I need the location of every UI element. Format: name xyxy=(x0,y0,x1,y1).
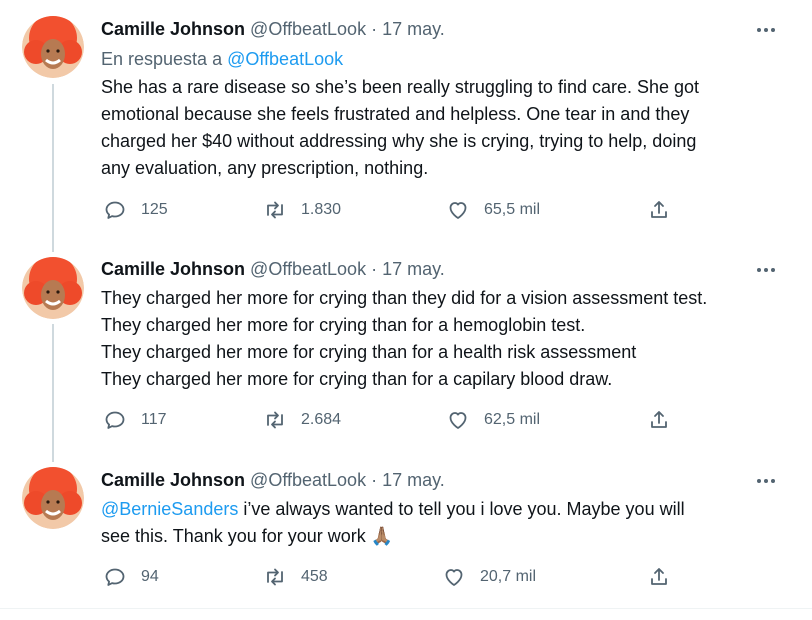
praying-hands-emoji: 🙏🏽 xyxy=(370,526,394,546)
tweet-header: Camille Johnson @OffbeatLook · 17 may. xyxy=(101,469,445,491)
mention-link[interactable]: @BernieSanders xyxy=(101,499,238,519)
reply-handle-link[interactable]: @OffbeatLook xyxy=(227,49,343,69)
reply-icon xyxy=(105,201,125,219)
share-button[interactable] xyxy=(647,408,685,432)
tweet-header: Camille Johnson @OffbeatLook · 17 may. xyxy=(101,258,445,280)
retweet-count: 2.684 xyxy=(301,411,342,428)
retweet-count: 1.830 xyxy=(301,201,342,218)
tweet-line: They charged her more for crying than fo… xyxy=(101,342,637,362)
retweet-icon xyxy=(267,568,283,586)
more-icon[interactable] xyxy=(752,23,780,37)
author-handle[interactable]: @OffbeatLook xyxy=(250,470,366,490)
author-handle[interactable]: @OffbeatLook xyxy=(250,19,366,39)
like-count: 20,7 mil xyxy=(480,568,537,585)
separator: · xyxy=(371,259,378,279)
reply-prefix: En respuesta a xyxy=(101,49,223,69)
tweet-text: She has a rare disease so she’s been rea… xyxy=(101,74,791,182)
share-icon xyxy=(651,411,667,428)
like-count: 65,5 mil xyxy=(484,201,541,218)
retweet-icon xyxy=(267,411,283,429)
more-icon[interactable] xyxy=(752,474,780,488)
tweet-date[interactable]: 17 may. xyxy=(382,470,445,490)
reply-count: 117 xyxy=(141,411,167,428)
avatar[interactable] xyxy=(22,467,84,529)
tweet-date[interactable]: 17 may. xyxy=(382,19,445,39)
tweet-line: They charged her more for crying than fo… xyxy=(101,369,613,389)
like-button[interactable]: 20,7 mil xyxy=(442,565,536,589)
avatar[interactable] xyxy=(22,257,84,319)
tweet-line: They charged her more for crying than fo… xyxy=(101,315,586,335)
like-button[interactable]: 62,5 mil xyxy=(446,408,540,432)
heart-icon xyxy=(445,569,463,586)
tweet-line: She has a rare disease so she’s been rea… xyxy=(101,77,700,97)
tweet-text: They charged her more for crying than th… xyxy=(101,285,791,393)
reply-icon xyxy=(105,568,125,586)
share-button[interactable] xyxy=(647,565,685,589)
thread-line xyxy=(52,324,54,462)
reply-icon xyxy=(105,411,125,429)
heart-icon xyxy=(449,202,467,219)
avatar[interactable] xyxy=(22,16,84,78)
tweet-line: They charged her more for crying than th… xyxy=(101,288,708,308)
tweet-line: charged her $40 without addressing why s… xyxy=(101,131,697,151)
share-button[interactable] xyxy=(647,198,685,222)
retweet-count: 458 xyxy=(301,568,328,585)
retweet-button[interactable]: 1.830 xyxy=(263,198,341,222)
tweet-text-segment: i’ve always wanted to tell you i love yo… xyxy=(238,499,685,519)
more-icon[interactable] xyxy=(752,263,780,277)
retweet-icon xyxy=(267,201,283,219)
reply-button[interactable]: 117 xyxy=(103,408,167,432)
reply-count: 94 xyxy=(141,568,159,585)
tweet-line: emotional because she feels frustrated a… xyxy=(101,104,690,124)
tweet-line: see this. Thank you for your work 🙏🏽 xyxy=(101,523,791,550)
tweet-actions: 94 458 20,7 mil xyxy=(0,565,812,595)
separator: · xyxy=(371,470,378,490)
tweet-line: @BernieSanders i’ve always wanted to tel… xyxy=(101,496,791,523)
reply-button[interactable]: 125 xyxy=(103,198,168,222)
retweet-button[interactable]: 458 xyxy=(263,565,328,589)
author-name[interactable]: Camille Johnson xyxy=(101,19,245,39)
tweet-header: Camille Johnson @OffbeatLook · 17 may. xyxy=(101,18,445,40)
tweet-text-segment: see this. Thank you for your work xyxy=(101,526,371,546)
bottom-divider xyxy=(0,608,812,609)
tweet-line: any evaluation, any prescription, nothin… xyxy=(101,158,429,178)
author-name[interactable]: Camille Johnson xyxy=(101,470,245,490)
reply-context: En respuesta a @OffbeatLook xyxy=(101,48,343,70)
tweet-text: @BernieSanders i’ve always wanted to tel… xyxy=(101,496,791,550)
tweet-date[interactable]: 17 may. xyxy=(382,259,445,279)
like-button[interactable]: 65,5 mil xyxy=(446,198,540,222)
like-count: 62,5 mil xyxy=(484,411,541,428)
author-name[interactable]: Camille Johnson xyxy=(101,259,245,279)
share-icon xyxy=(651,201,667,218)
tweet-actions: 125 1.830 65,5 mil xyxy=(0,198,812,228)
author-handle[interactable]: @OffbeatLook xyxy=(250,259,366,279)
retweet-button[interactable]: 2.684 xyxy=(263,408,341,432)
share-icon xyxy=(651,568,667,585)
separator: · xyxy=(371,19,378,39)
reply-count: 125 xyxy=(141,201,168,218)
tweet-actions: 117 2.684 62,5 mil xyxy=(0,408,812,438)
reply-button[interactable]: 94 xyxy=(103,565,159,589)
heart-icon xyxy=(449,412,467,429)
